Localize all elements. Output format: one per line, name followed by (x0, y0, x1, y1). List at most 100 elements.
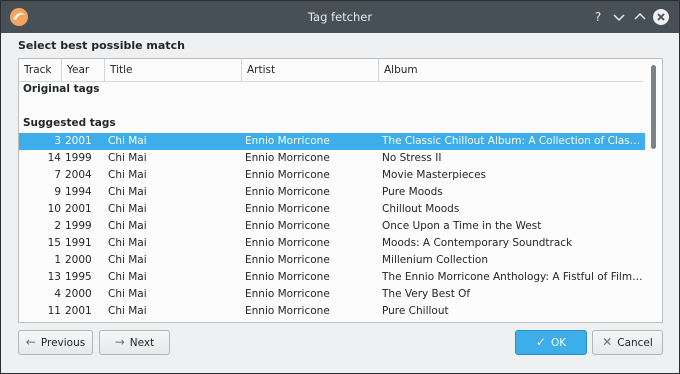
cell-title: Chi Mai (108, 169, 147, 181)
cell-artist: Ennio Morricone (245, 254, 330, 266)
cell-year: 2001 (65, 203, 92, 215)
cell-year: 1999 (65, 220, 92, 232)
column-header-title[interactable]: Title (105, 59, 242, 81)
cell-album: The Very Best Of (382, 288, 471, 300)
cell-title: Chi Mai (108, 135, 147, 147)
cell-album: Moods: A Contemporary Soundtrack (382, 237, 573, 249)
table-row[interactable]: 14 1999 Chi Mai Ennio Morricone No Stress II (19, 150, 645, 167)
cell-title: Chi Mai (108, 237, 147, 249)
cell-artist: Ennio Morricone (245, 169, 330, 181)
table-row[interactable]: 13 1995 Chi Mai Ennio Morricone The Ennio Mo… (19, 269, 645, 286)
cell-year: 2000 (65, 288, 92, 300)
cell-title: Chi Mai (108, 220, 147, 232)
cell-year: 2001 (65, 135, 92, 147)
cell-title: Chi Mai (108, 152, 147, 164)
cell-album: The Classic Chillout Album: A Collection… (382, 135, 644, 147)
help-button[interactable]: ? (590, 9, 606, 25)
x-mark-icon: ✕ (602, 335, 613, 349)
chevron-up-icon (634, 12, 646, 20)
close-icon (657, 13, 665, 21)
ok-button[interactable]: ✓ OK (515, 330, 587, 355)
column-header-track[interactable]: Track (19, 59, 62, 81)
cell-year: 1995 (65, 271, 92, 283)
cell-track: 13 (47, 271, 61, 283)
cell-track: 7 (54, 169, 61, 181)
cell-track: 4 (54, 288, 61, 300)
cell-album: Once Upon a Time in the West (382, 220, 542, 232)
cell-track: 15 (47, 237, 61, 249)
cell-track: 2 (54, 220, 61, 232)
page-title: Select best possible match (18, 39, 185, 52)
cancel-button[interactable]: ✕ Cancel (592, 330, 663, 355)
results-table: Track Year Title Artist Album Original t… (18, 58, 663, 323)
cell-artist: Ennio Morricone (245, 237, 330, 249)
chevron-down-icon (613, 14, 625, 22)
column-header-artist[interactable]: Artist (242, 59, 379, 81)
group-suggested-tags: Suggested tags (23, 117, 116, 129)
cell-album: No Stress II (382, 152, 442, 164)
cell-title: Chi Mai (108, 305, 147, 317)
cell-album: Millenium Collection (382, 254, 488, 266)
maximize-button[interactable] (632, 9, 648, 25)
table-row[interactable]: 2 1999 Chi Mai Ennio Morricone Once Upon a T… (19, 218, 645, 235)
cell-year: 2001 (65, 305, 92, 317)
cell-track: 11 (47, 305, 61, 317)
table-row[interactable]: 9 1994 Chi Mai Ennio Morricone Pure Moods (19, 184, 645, 201)
table-row[interactable]: 4 2000 Chi Mai Ennio Morricone The Very Best… (19, 286, 645, 303)
scrollbar-thumb[interactable] (651, 65, 656, 149)
arrow-right-icon: → (114, 335, 125, 349)
cell-artist: Ennio Morricone (245, 135, 330, 147)
cell-track: 14 (47, 152, 61, 164)
cell-artist: Ennio Morricone (245, 305, 330, 317)
cell-title: Chi Mai (108, 271, 147, 283)
group-original-tags: Original tags (23, 83, 100, 95)
table-row[interactable]: 7 2004 Chi Mai Ennio Morricone Movie Masterp… (19, 167, 645, 184)
cell-artist: Ennio Morricone (245, 186, 330, 198)
next-button-label: Next (129, 337, 155, 349)
cell-album: Movie Masterpieces (382, 169, 487, 181)
cell-artist: Ennio Morricone (245, 220, 330, 232)
cell-year: 2000 (65, 254, 92, 266)
cell-title: Chi Mai (108, 186, 147, 198)
cell-year: 1994 (65, 186, 92, 198)
table-row[interactable]: 10 2001 Chi Mai Ennio Morricone Chillout Moo… (19, 201, 645, 218)
cell-artist: Ennio Morricone (245, 271, 330, 283)
titlebar[interactable]: Tag fetcher ? (1, 1, 679, 33)
ok-button-label: OK (550, 337, 567, 349)
cell-artist: Ennio Morricone (245, 203, 330, 215)
cell-album: Pure Chillout (382, 305, 449, 317)
table-header: Track Year Title Artist Album (19, 59, 643, 82)
cell-album: Chillout Moods (382, 203, 460, 215)
cell-year: 1991 (65, 237, 92, 249)
cell-track: 1 (54, 254, 61, 266)
previous-button-label: Previous (40, 337, 86, 349)
cell-title: Chi Mai (108, 203, 147, 215)
cell-artist: Ennio Morricone (245, 288, 330, 300)
cell-album: The Ennio Morricone Anthology: A Fistful… (382, 271, 644, 283)
table-row[interactable]: 15 1991 Chi Mai Ennio Morricone Moods: A Con… (19, 235, 645, 252)
window-title: Tag fetcher (307, 10, 373, 24)
close-button[interactable] (653, 9, 669, 25)
next-button[interactable]: → Next (99, 330, 170, 355)
cell-title: Chi Mai (108, 254, 147, 266)
cell-year: 2004 (65, 169, 92, 181)
cancel-button-label: Cancel (617, 337, 653, 349)
previous-button[interactable]: ← Previous (18, 330, 93, 355)
tag-fetcher-window: Tag fetcher ? Select best possible match… (0, 0, 680, 374)
cell-track: 10 (47, 203, 61, 215)
minimize-button[interactable] (611, 9, 627, 25)
table-row[interactable]: 3 2001 Chi Mai Ennio Morricone The Classic C… (19, 133, 645, 150)
table-row[interactable]: 11 2001 Chi Mai Ennio Morricone Pure Chillou… (19, 303, 645, 320)
table-row[interactable]: 1 2000 Chi Mai Ennio Morricone Millenium Col… (19, 252, 645, 269)
column-header-album[interactable]: Album (379, 59, 643, 81)
column-header-year[interactable]: Year (62, 59, 105, 81)
cell-track: 9 (54, 186, 61, 198)
checkmark-icon: ✓ (535, 335, 546, 349)
cell-album: Pure Moods (382, 186, 443, 198)
arrow-left-icon: ← (25, 335, 36, 349)
cell-track: 3 (54, 135, 61, 147)
cell-artist: Ennio Morricone (245, 152, 330, 164)
cell-title: Chi Mai (108, 288, 147, 300)
vertical-scrollbar[interactable] (649, 63, 659, 319)
cell-year: 1999 (65, 152, 92, 164)
